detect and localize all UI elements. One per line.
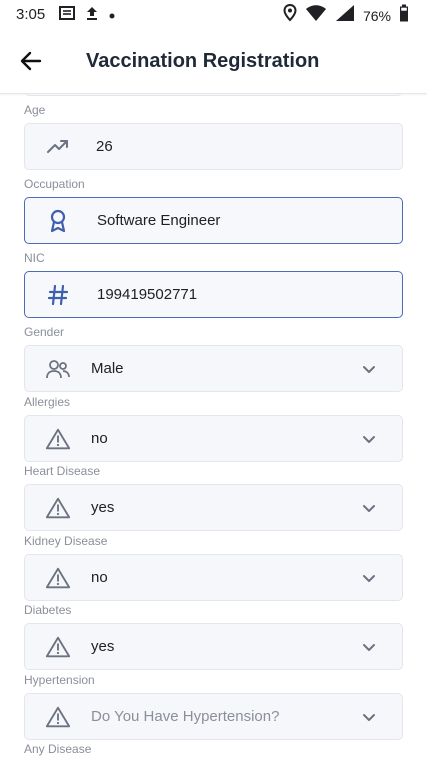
heart-disease-label: Heart Disease <box>24 464 101 478</box>
any-disease-label: Any Disease <box>24 742 92 756</box>
heart-disease-value: yes <box>91 499 115 516</box>
chevron-down-icon <box>361 362 377 378</box>
allergies-value: no <box>91 430 108 447</box>
chevron-down-icon <box>361 432 377 448</box>
occupation-label: Occupation <box>24 177 85 191</box>
dot-icon <box>108 7 116 25</box>
trending-up-icon <box>45 135 71 159</box>
location-icon <box>283 3 297 27</box>
occupation-input[interactable]: Software Engineer <box>24 197 403 244</box>
chevron-down-icon <box>361 710 377 726</box>
battery-percent: 76% <box>362 7 391 24</box>
arrow-left-icon <box>20 51 42 76</box>
warning-icon <box>45 496 71 520</box>
heart-disease-select[interactable]: yes <box>24 484 403 531</box>
gender-value: Male <box>91 360 124 377</box>
hypertension-placeholder: Do You Have Hypertension? <box>91 708 280 725</box>
wifi-icon <box>305 4 327 27</box>
allergies-label: Allergies <box>24 395 71 409</box>
warning-icon <box>45 705 71 729</box>
kidney-disease-label: Kidney Disease <box>24 534 108 548</box>
kidney-disease-value: no <box>91 569 108 586</box>
status-bar: 3:05 76% <box>0 0 427 30</box>
upload-icon <box>84 4 100 27</box>
previous-field-fragment <box>24 94 403 96</box>
kidney-disease-select[interactable]: no <box>24 554 403 601</box>
warning-icon <box>45 635 71 659</box>
age-value: 26 <box>96 138 113 155</box>
diabetes-value: yes <box>91 638 115 655</box>
hypertension-select[interactable]: Do You Have Hypertension? <box>24 693 403 740</box>
users-icon <box>45 357 71 381</box>
chevron-down-icon <box>361 501 377 517</box>
allergies-select[interactable]: no <box>24 415 403 462</box>
registration-form: Age 26 Occupation Software Engineer NIC … <box>0 94 427 759</box>
chevron-down-icon <box>361 571 377 587</box>
nic-input[interactable]: 199419502771 <box>24 271 403 318</box>
nic-value: 199419502771 <box>97 286 198 303</box>
page-title: Vaccination Registration <box>86 50 320 72</box>
gender-select[interactable]: Male <box>24 345 403 392</box>
battery-icon <box>399 4 409 27</box>
nic-label: NIC <box>24 251 45 265</box>
award-icon <box>45 209 71 233</box>
app-bar: Vaccination Registration <box>0 30 427 94</box>
diabetes-select[interactable]: yes <box>24 623 403 670</box>
gender-label: Gender <box>24 325 65 339</box>
news-icon <box>58 4 76 27</box>
hash-icon <box>45 283 71 307</box>
warning-icon <box>45 566 71 590</box>
occupation-value: Software Engineer <box>97 212 221 229</box>
diabetes-label: Diabetes <box>24 603 72 617</box>
status-time: 3:05 <box>16 6 46 23</box>
warning-icon <box>45 427 71 451</box>
chevron-down-icon <box>361 640 377 656</box>
back-button[interactable] <box>16 48 46 78</box>
hypertension-label: Hypertension <box>24 673 95 687</box>
age-label: Age <box>24 103 46 117</box>
signal-icon <box>335 4 355 27</box>
age-input[interactable]: 26 <box>24 123 403 170</box>
